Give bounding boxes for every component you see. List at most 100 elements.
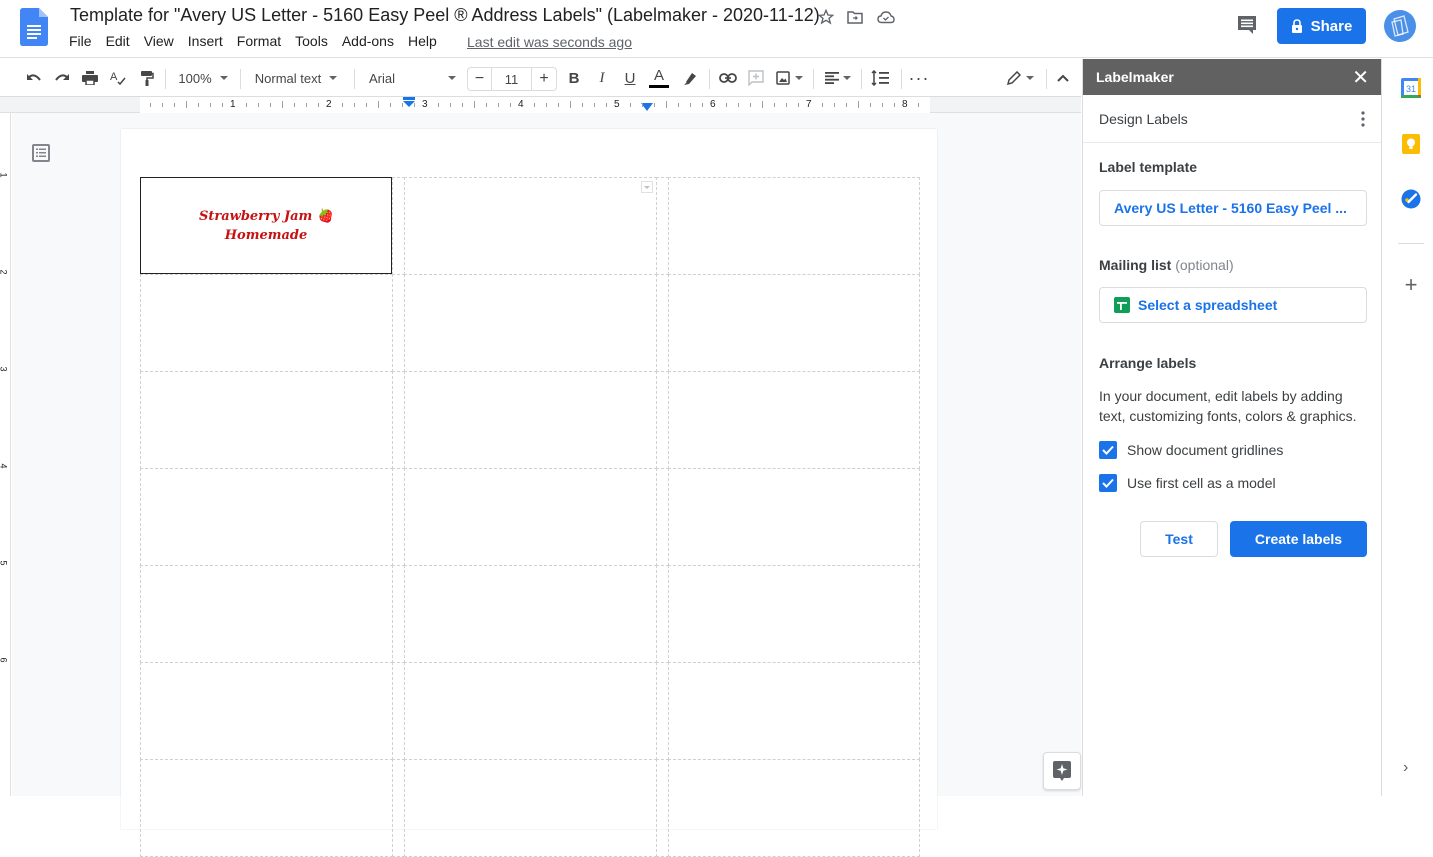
close-icon[interactable]: ✕ xyxy=(1352,65,1369,90)
label-cell[interactable] xyxy=(404,274,657,372)
underline-icon[interactable]: U xyxy=(620,59,640,97)
undo-icon[interactable] xyxy=(22,59,46,97)
label-line-2[interactable]: Homemade xyxy=(225,226,308,245)
menu-addons[interactable]: Add-ons xyxy=(342,33,400,49)
menu-insert[interactable]: Insert xyxy=(188,33,229,49)
menu-edit[interactable]: Edit xyxy=(106,33,136,49)
ruler-tick xyxy=(558,103,559,107)
ruler-tick xyxy=(606,103,607,107)
font-size-input[interactable]: 11 xyxy=(492,68,532,90)
chevron-down-icon xyxy=(843,76,851,80)
label-cell[interactable] xyxy=(140,274,393,372)
editing-mode-button[interactable] xyxy=(1000,59,1040,97)
font-value: Arial xyxy=(369,70,396,86)
ruler-tick xyxy=(678,103,679,107)
label-cell[interactable] xyxy=(404,759,657,857)
increase-font-size-button[interactable]: + xyxy=(532,68,556,90)
label-cell[interactable] xyxy=(140,371,393,469)
add-comment-icon[interactable] xyxy=(745,59,767,97)
google-tasks-icon[interactable] xyxy=(1401,189,1421,209)
more-options-icon[interactable]: ··· xyxy=(908,59,930,97)
document-outline-icon[interactable] xyxy=(32,144,50,162)
label-cell[interactable] xyxy=(140,662,393,760)
show-gridlines-checkbox[interactable] xyxy=(1099,441,1117,459)
label-line-1[interactable]: Strawberry Jam 🍓 xyxy=(199,207,333,226)
ruler-tick xyxy=(846,103,847,107)
italic-icon[interactable]: I xyxy=(592,59,612,97)
first-cell-model-checkbox[interactable] xyxy=(1099,474,1117,492)
paragraph-style-select[interactable]: Normal text xyxy=(246,59,346,97)
label-cell[interactable] xyxy=(668,565,920,663)
menu-view[interactable]: View xyxy=(144,33,180,49)
collapse-toolbar-icon[interactable] xyxy=(1052,59,1074,97)
label-cell[interactable] xyxy=(668,468,920,566)
comments-icon[interactable] xyxy=(1236,14,1258,36)
label-cell[interactable] xyxy=(140,565,393,663)
document-title[interactable]: Template for "Avery US Letter - 5160 Eas… xyxy=(70,5,820,26)
google-keep-icon[interactable] xyxy=(1401,134,1421,154)
star-icon[interactable] xyxy=(816,7,836,27)
menu-file[interactable]: File xyxy=(69,33,98,49)
label-cell[interactable] xyxy=(668,662,920,760)
label-template-button[interactable]: Avery US Letter - 5160 Easy Peel ... xyxy=(1099,190,1367,226)
line-spacing-icon[interactable] xyxy=(868,59,892,97)
explore-button[interactable] xyxy=(1043,752,1081,790)
ruler-tick xyxy=(798,103,799,107)
ruler-tick xyxy=(762,101,763,108)
print-icon[interactable] xyxy=(79,59,101,97)
vertical-ruler-number: 4 xyxy=(0,463,9,468)
label-cell[interactable] xyxy=(140,468,393,566)
menu-help[interactable]: Help xyxy=(408,33,443,49)
font-select[interactable]: Arial xyxy=(360,59,460,97)
label-cell[interactable] xyxy=(668,274,920,372)
insert-image-button[interactable] xyxy=(772,59,806,97)
paint-format-icon[interactable] xyxy=(136,59,158,97)
bold-icon[interactable]: B xyxy=(564,59,584,97)
label-cell[interactable] xyxy=(404,565,657,663)
menu-tools[interactable]: Tools xyxy=(295,33,334,49)
google-calendar-icon[interactable]: 31 xyxy=(1401,78,1421,98)
ruler-tick xyxy=(150,103,151,107)
show-gridlines-checkbox-row[interactable]: Show document gridlines xyxy=(1099,441,1283,459)
cloud-saved-icon[interactable] xyxy=(876,7,896,27)
vertical-ruler[interactable]: 1 2 3 4 5 6 xyxy=(0,113,11,796)
decrease-font-size-button[interactable]: − xyxy=(468,68,492,90)
first-cell-model-checkbox-row[interactable]: Use first cell as a model xyxy=(1099,474,1276,492)
label-cell[interactable] xyxy=(668,759,920,857)
label-cell[interactable] xyxy=(668,177,920,275)
label-cell-first[interactable]: Strawberry Jam 🍓 Homemade xyxy=(140,177,392,274)
zoom-select[interactable]: 100% xyxy=(172,59,234,97)
insert-link-icon[interactable] xyxy=(716,59,740,97)
last-edit-link[interactable]: Last edit was seconds ago xyxy=(467,34,632,50)
toolbar: A 100% Normal text Arial − 11 + B I U A xyxy=(0,59,1081,97)
text-color-icon[interactable]: A xyxy=(648,59,670,97)
highlight-icon[interactable] xyxy=(680,59,700,97)
google-docs-logo-icon[interactable] xyxy=(20,8,48,46)
label-cell[interactable] xyxy=(404,371,657,469)
horizontal-ruler[interactable]: 1 2 3 4 5 6 7 8 xyxy=(0,97,1081,113)
label-cell[interactable] xyxy=(404,177,657,275)
create-labels-button[interactable]: Create labels xyxy=(1230,521,1367,557)
expand-panel-chevron-icon[interactable]: › xyxy=(1403,759,1408,777)
label-cell[interactable] xyxy=(140,759,393,857)
spellcheck-icon[interactable]: A xyxy=(107,59,129,97)
label-cell[interactable] xyxy=(404,468,657,566)
more-vert-icon[interactable] xyxy=(1361,110,1365,127)
ruler-tick xyxy=(354,103,355,107)
share-button[interactable]: Share xyxy=(1277,8,1366,44)
move-folder-icon[interactable] xyxy=(845,7,865,27)
arrange-labels-description: In your document, edit labels by adding … xyxy=(1099,388,1357,424)
account-avatar[interactable] xyxy=(1384,10,1416,42)
align-button[interactable] xyxy=(822,59,854,97)
redo-icon[interactable] xyxy=(50,59,74,97)
add-addon-icon[interactable]: + xyxy=(1401,274,1421,296)
table-cell-menu-icon[interactable] xyxy=(641,181,653,193)
ruler-tick xyxy=(630,103,631,107)
ruler-tick xyxy=(774,103,775,107)
label-cell[interactable] xyxy=(668,371,920,469)
menu-format[interactable]: Format xyxy=(237,33,287,49)
select-spreadsheet-button[interactable]: Select a spreadsheet xyxy=(1099,287,1367,323)
test-button[interactable]: Test xyxy=(1140,521,1218,557)
chevron-down-icon xyxy=(1025,76,1034,80)
label-cell[interactable] xyxy=(404,662,657,760)
